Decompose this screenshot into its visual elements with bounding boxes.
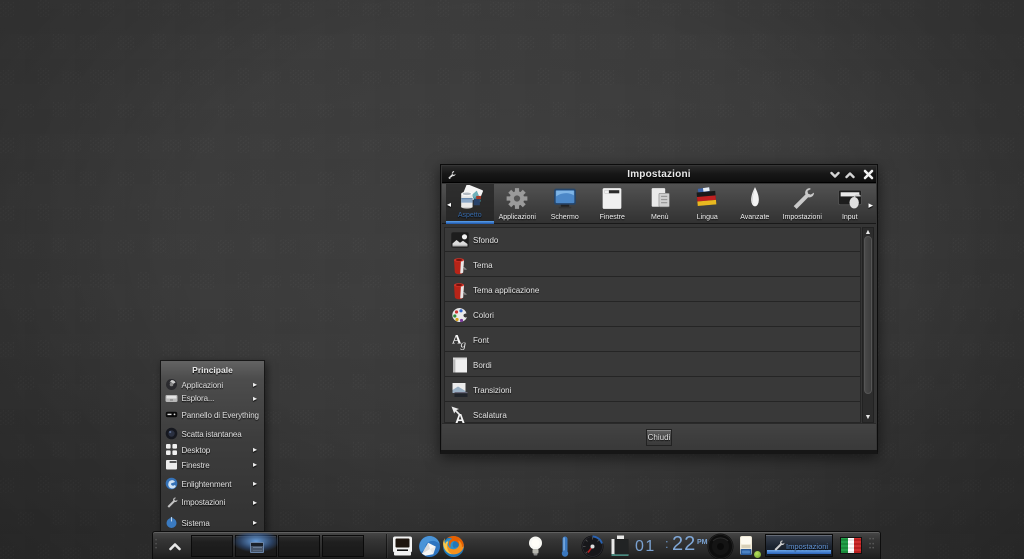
svg-text:g: g bbox=[461, 339, 467, 351]
